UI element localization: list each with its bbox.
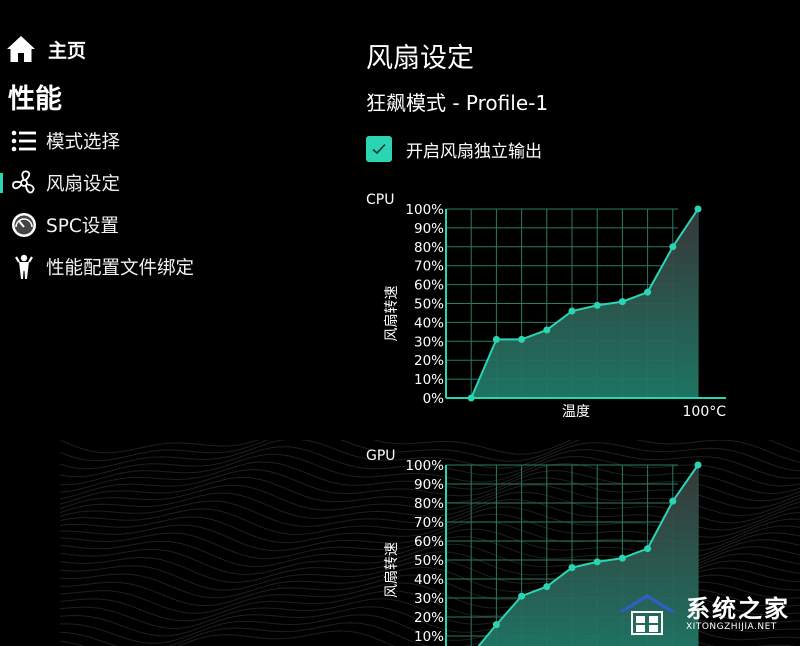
house-logo-icon xyxy=(618,594,676,635)
x-axis-label: 温度 xyxy=(562,404,590,420)
curve-point xyxy=(593,558,601,566)
chart-title: GPU xyxy=(366,448,396,464)
curve-point xyxy=(568,307,576,315)
curve-point xyxy=(543,583,551,591)
y-tick-label: 70% xyxy=(414,259,444,275)
list-icon xyxy=(11,130,36,152)
y-tick-label: 0% xyxy=(423,391,445,407)
curve-point xyxy=(618,298,626,306)
sidebar-item-label: 模式选择 xyxy=(46,132,121,153)
y-tick-label: 20% xyxy=(414,610,444,626)
y-tick-label: 100% xyxy=(405,202,444,218)
curve-point xyxy=(644,288,652,296)
sidebar-item-label: SPC设置 xyxy=(46,216,119,237)
y-tick-label: 60% xyxy=(414,534,444,550)
y-tick-label: 30% xyxy=(414,334,444,350)
curve-point xyxy=(694,205,702,213)
y-tick-label: 70% xyxy=(414,515,444,531)
curve-point xyxy=(618,554,626,562)
curve-point xyxy=(669,497,677,505)
gauge-icon xyxy=(12,213,36,237)
fan-icon xyxy=(12,170,35,194)
person-icon xyxy=(15,254,33,279)
y-tick-label: 90% xyxy=(414,477,444,493)
section-title: 性能 xyxy=(8,84,62,115)
y-tick-label: 50% xyxy=(414,297,444,313)
y-tick-label: 40% xyxy=(414,315,444,331)
chart-title: CPU xyxy=(366,192,394,208)
sidebar-item-profile-binding[interactable]: 性能配置文件绑定 xyxy=(0,251,260,283)
curve-point xyxy=(593,301,601,309)
curve-point xyxy=(492,621,500,629)
sidebar-item-label: 风扇设定 xyxy=(46,174,121,195)
y-tick-label: 50% xyxy=(414,553,444,569)
curve-point xyxy=(694,461,702,469)
y-tick-label: 10% xyxy=(414,629,444,645)
y-tick-label: 90% xyxy=(414,221,444,237)
sidebar-item-label: 性能配置文件绑定 xyxy=(46,258,195,279)
curve-point xyxy=(518,592,526,600)
y-tick-label: 30% xyxy=(414,591,444,607)
sidebar-item-fan-settings[interactable]: 风扇设定 xyxy=(0,167,260,199)
home-label: 主页 xyxy=(48,39,87,62)
home-link[interactable]: 主页 xyxy=(6,34,86,64)
sidebar-item-mode-select[interactable]: 模式选择 xyxy=(0,125,260,157)
home-icon xyxy=(7,36,35,62)
curve-point xyxy=(543,326,551,334)
curve-point xyxy=(568,564,576,572)
y-tick-label: 20% xyxy=(414,353,444,369)
x-end-label: 100°C xyxy=(683,404,727,420)
y-axis-label: 风扇转速 xyxy=(384,542,400,598)
y-axis-label: 风扇转速 xyxy=(384,286,400,342)
y-tick-label: 40% xyxy=(414,572,444,588)
y-tick-label: 100% xyxy=(405,458,444,474)
curve-point xyxy=(492,335,500,343)
curve-point xyxy=(644,545,652,553)
watermark-url: XITONGZHIJIA.NET xyxy=(686,622,777,632)
sidebar-item-spc-settings[interactable]: SPC设置 xyxy=(0,209,260,241)
watermark-text: 系统之家 xyxy=(686,595,790,623)
curve-point xyxy=(669,243,677,251)
curve-point xyxy=(518,335,526,343)
main-panel: 风扇设定 狂飙模式 - Profile-1 开启风扇独立输出 CPU 100% 90… xyxy=(366,0,800,646)
y-tick-label: 10% xyxy=(414,372,444,388)
fan-curve-charts: CPU 100% 90% 80% 70% 60% 50% 40% 30% 20% 10% 0% 风扇转速… xyxy=(366,192,727,646)
y-tick-label: 80% xyxy=(414,496,444,512)
y-tick-label: 80% xyxy=(414,240,444,256)
y-tick-label: 60% xyxy=(414,278,444,294)
watermark: 系统之家 XITONGZHIJIA.NET xyxy=(614,590,790,638)
